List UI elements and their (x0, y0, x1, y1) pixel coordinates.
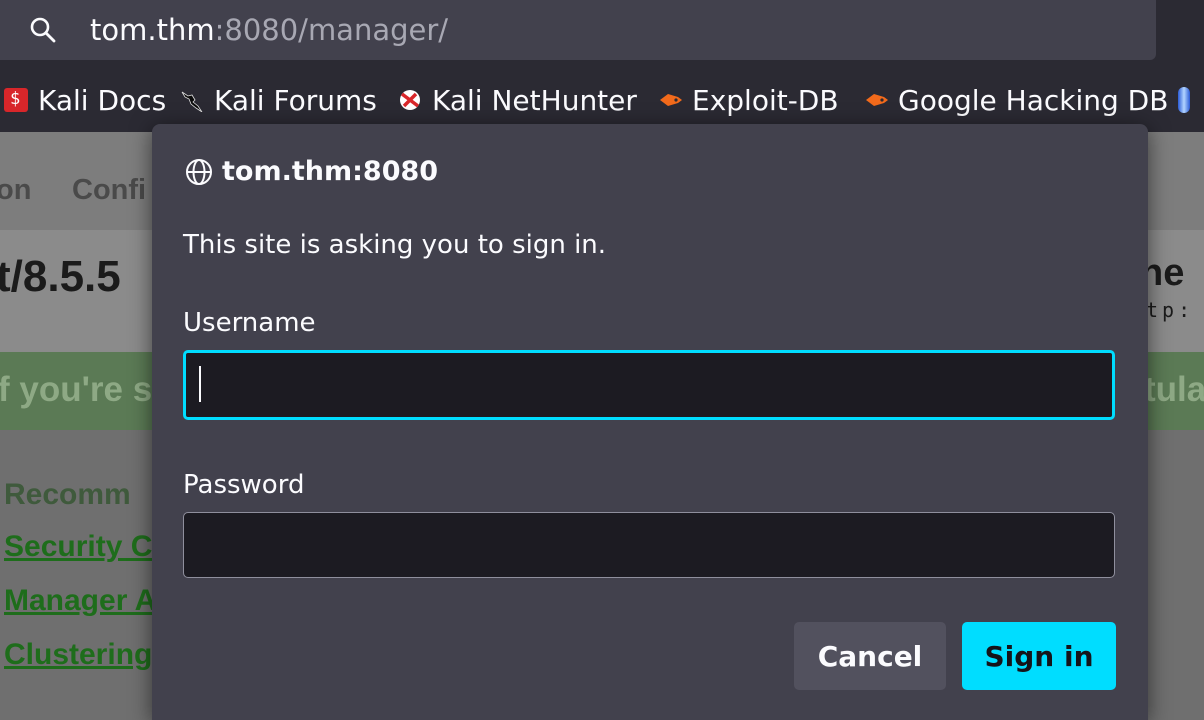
dialog-message: This site is asking you to sign in. (183, 230, 607, 260)
url-host: tom.thm (90, 13, 215, 47)
nav-link[interactable]: on (0, 174, 31, 207)
bookmark-google-hacking-db[interactable]: Google Hacking DB (864, 80, 1168, 120)
bookmark-overflow[interactable] (1178, 80, 1200, 120)
password-label: Password (183, 470, 305, 500)
kali-docs-icon (4, 88, 28, 112)
bookmark-exploit-db[interactable]: Exploit-DB (658, 80, 839, 120)
search-icon (30, 17, 56, 43)
bookmark-label: Kali NetHunter (432, 83, 637, 117)
exploit-db-icon (866, 94, 888, 106)
nethunter-icon (400, 90, 420, 110)
username-label: Username (183, 308, 316, 338)
security-link[interactable]: Security C (4, 530, 152, 564)
dialog-host: tom.thm:8080 (222, 156, 439, 187)
bookmarks-toolbar: Kali Docs Kali Forums Kali NetHunter Exp… (0, 66, 1204, 132)
bookmark-label: Google Hacking DB (898, 83, 1169, 117)
bookmark-label: Kali Docs (38, 83, 167, 117)
dialog-header: tom.thm:8080 (184, 156, 438, 187)
bookmark-label: Kali Forums (214, 83, 377, 117)
url-text[interactable]: tom.thm:8080/manager/ (90, 12, 448, 48)
bookmark-icon (1178, 87, 1190, 113)
bookmark-kali-nethunter[interactable]: Kali NetHunter (398, 80, 637, 120)
text-caret (199, 366, 201, 402)
nav-link[interactable]: Confi (72, 174, 146, 207)
exploit-db-icon (660, 94, 682, 106)
section-heading: Recomm (4, 478, 131, 511)
kali-dragon-icon (181, 91, 203, 112)
username-field[interactable] (183, 350, 1115, 420)
url-path: :8080/manager/ (214, 13, 449, 47)
banner-text: tula (1144, 370, 1204, 409)
sign-in-button[interactable]: Sign in (962, 622, 1116, 690)
banner-text: f you're s (0, 370, 153, 409)
address-bar[interactable]: tom.thm:8080/manager/ (0, 0, 1156, 60)
cancel-button[interactable]: Cancel (794, 622, 946, 690)
bookmark-kali-forums[interactable]: Kali Forums (180, 80, 377, 120)
globe-icon (186, 158, 212, 185)
sign-in-dialog: tom.thm:8080 This site is asking you to … (152, 124, 1148, 720)
bookmark-kali-docs[interactable]: Kali Docs (4, 80, 166, 120)
page-title: t/8.5.5 (0, 252, 121, 301)
password-field[interactable] (183, 512, 1115, 578)
clustering-link[interactable]: Clustering (4, 638, 152, 672)
manager-link[interactable]: Manager A (4, 584, 156, 618)
page-link-fragment: tp: (1146, 298, 1195, 322)
bookmark-label: Exploit-DB (692, 83, 839, 117)
browser-toolbar: tom.thm:8080/manager/ (0, 0, 1204, 66)
